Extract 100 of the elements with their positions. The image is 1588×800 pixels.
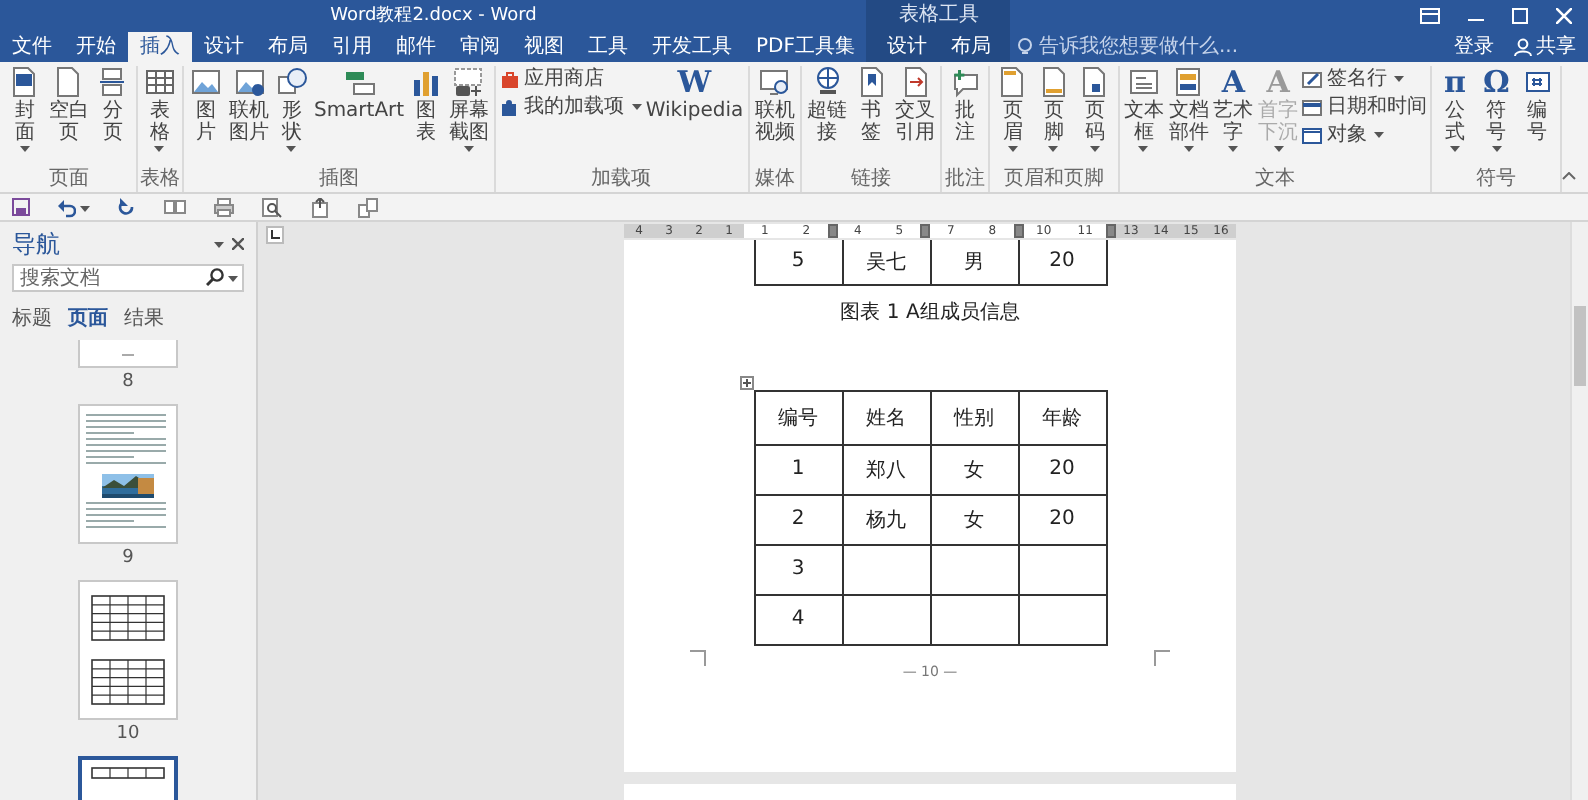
ribbon-button[interactable]: 超链接 xyxy=(804,66,851,144)
save-icon[interactable] xyxy=(12,197,30,217)
maximize-icon[interactable] xyxy=(1512,8,1528,24)
table-cell: 男 xyxy=(964,251,984,274)
ribbon-display-icon[interactable] xyxy=(1420,8,1440,24)
pane-tab[interactable]: 结果 xyxy=(124,304,164,332)
table-cell: 1 xyxy=(791,458,805,480)
ribbon-button[interactable]: 日期和时间 xyxy=(1302,94,1427,120)
group-label: 文本 xyxy=(1255,168,1295,192)
zoom-page-icon[interactable] xyxy=(262,197,282,217)
glyph-icon: A xyxy=(1266,66,1290,98)
ribbon-button[interactable]: 签名行 xyxy=(1302,66,1427,92)
tab-selector-icon[interactable] xyxy=(265,226,283,244)
puzzle-icon xyxy=(499,97,520,117)
close-icon[interactable] xyxy=(232,237,244,249)
caret-icon xyxy=(214,241,224,247)
ribbon-tab[interactable]: 设计 xyxy=(874,32,939,62)
ribbon-tab[interactable]: 插入 xyxy=(128,32,192,62)
group-label: 表格 xyxy=(139,168,180,192)
group-label: 插图 xyxy=(319,168,359,192)
table-cell: 3 xyxy=(791,558,805,580)
ribbon-button[interactable]: 封面 xyxy=(4,66,46,152)
ribbon-button[interactable]: 批注 xyxy=(944,66,986,144)
lightbulb-icon xyxy=(1018,38,1033,56)
table-cell: 20 xyxy=(1049,508,1075,530)
ribbon-button[interactable]: 书签 xyxy=(850,66,893,144)
two-pages-icon[interactable] xyxy=(164,197,186,217)
ribbon-button[interactable]: 对象 xyxy=(1302,122,1427,148)
table-cell: 4 xyxy=(791,608,805,630)
ribbon-tab[interactable]: 布局 xyxy=(938,32,1003,62)
glyph-icon: W xyxy=(677,66,712,98)
pane-tab[interactable]: 页面 xyxy=(68,304,108,332)
column-header: 性别 xyxy=(954,407,994,429)
search-icon[interactable] xyxy=(206,268,224,286)
column-marker[interactable] xyxy=(827,224,837,238)
pencil-icon xyxy=(1302,69,1323,89)
printer-icon[interactable] xyxy=(214,197,234,217)
ribbon-tab[interactable]: 视图 xyxy=(512,32,576,62)
ribbon-button[interactable]: A 艺术字 xyxy=(1211,66,1256,152)
share-button[interactable]: 共享 xyxy=(1510,34,1588,60)
redo-icon[interactable] xyxy=(118,197,136,217)
ribbon-button[interactable]: π 公式 xyxy=(1434,66,1476,152)
ribbon-button[interactable]: 页眉 xyxy=(992,66,1034,152)
window-title: Word教程2.docx - Word xyxy=(330,4,537,28)
ribbon-button[interactable]: 分页 xyxy=(91,66,134,144)
ribbon-button[interactable]: 屏幕截图 xyxy=(446,66,492,152)
ribbon-tab[interactable]: 引用 xyxy=(320,32,384,62)
page-number: 8 xyxy=(122,372,134,392)
column-marker[interactable] xyxy=(1106,224,1116,238)
pane-title: 导航 xyxy=(12,229,60,257)
ribbon-button[interactable]: SmartArt xyxy=(311,66,407,122)
scroll-thumb[interactable] xyxy=(1574,306,1586,386)
corner-mark xyxy=(690,649,706,665)
ribbon-tab[interactable]: 开始 xyxy=(64,32,128,62)
ribbon-button[interactable]: 图表 xyxy=(406,66,447,144)
ribbon-button[interactable]: 页脚 xyxy=(1033,66,1075,152)
table-move-handle-icon[interactable] xyxy=(739,375,753,389)
ribbon-button[interactable]: 文本框 xyxy=(1121,66,1167,152)
tell-me-field[interactable]: 告诉我您想要做什么... xyxy=(1038,34,1279,60)
undo-icon[interactable] xyxy=(58,197,76,217)
page-number: 10 xyxy=(116,724,140,744)
column-header: 编号 xyxy=(778,407,818,429)
ribbon-button[interactable]: 页码 xyxy=(1074,66,1116,152)
column-marker[interactable] xyxy=(1013,224,1023,238)
person-icon xyxy=(1514,38,1532,56)
ribbon-button[interactable]: Ω 符号 xyxy=(1475,66,1517,152)
copy-icon[interactable] xyxy=(358,197,378,217)
ribbon-button[interactable]: 图片 xyxy=(186,66,227,144)
caret-icon xyxy=(228,275,238,281)
pane-tab[interactable]: 标题 xyxy=(12,304,52,332)
column-marker[interactable] xyxy=(920,224,930,238)
ribbon-button[interactable]: 联机图片 xyxy=(226,66,272,144)
ribbon-button[interactable]: 应用商店 xyxy=(499,66,642,92)
page-number: 9 xyxy=(122,548,134,568)
column-header: 姓名 xyxy=(866,407,906,429)
search-field[interactable]: 搜索文档 xyxy=(12,264,244,292)
table-cell: 郑八 xyxy=(866,459,906,481)
ribbon-tab[interactable]: PDF工具集 xyxy=(744,32,867,62)
ribbon-button[interactable]: 文档部件 xyxy=(1166,66,1212,152)
ribbon-tab[interactable]: 设计 xyxy=(192,32,256,62)
scrollbar[interactable] xyxy=(1570,222,1588,800)
ribbon-button[interactable]: 表格 xyxy=(139,66,181,152)
ribbon-tab[interactable]: 开发工具 xyxy=(640,32,744,62)
sign-in-link[interactable]: 登录 xyxy=(1450,34,1498,60)
ribbon-tab[interactable]: 邮件 xyxy=(384,32,448,62)
ribbon-button[interactable]: W Wikipedia xyxy=(643,66,746,122)
glyph-icon: Ω xyxy=(1482,66,1510,98)
ribbon-tab[interactable]: 文件 xyxy=(0,32,64,62)
ribbon-button[interactable]: 空白页 xyxy=(45,66,92,144)
ribbon-button[interactable]: 编号 xyxy=(1516,66,1559,144)
ribbon-tab[interactable]: 审阅 xyxy=(448,32,512,62)
ribbon-tab[interactable]: 工具 xyxy=(576,32,640,62)
ribbon-button[interactable]: 交叉引用 xyxy=(892,66,939,144)
ribbon-button[interactable]: 形状 xyxy=(271,66,312,152)
group-label: 批注 xyxy=(945,168,986,192)
ribbon-button[interactable]: 联机视频 xyxy=(751,66,799,144)
chevron-up-icon[interactable] xyxy=(1562,172,1577,180)
ribbon-button[interactable]: 我的加载项 xyxy=(499,94,642,120)
glyph-icon: A xyxy=(1221,66,1246,98)
ribbon-tab[interactable]: 布局 xyxy=(256,32,320,62)
